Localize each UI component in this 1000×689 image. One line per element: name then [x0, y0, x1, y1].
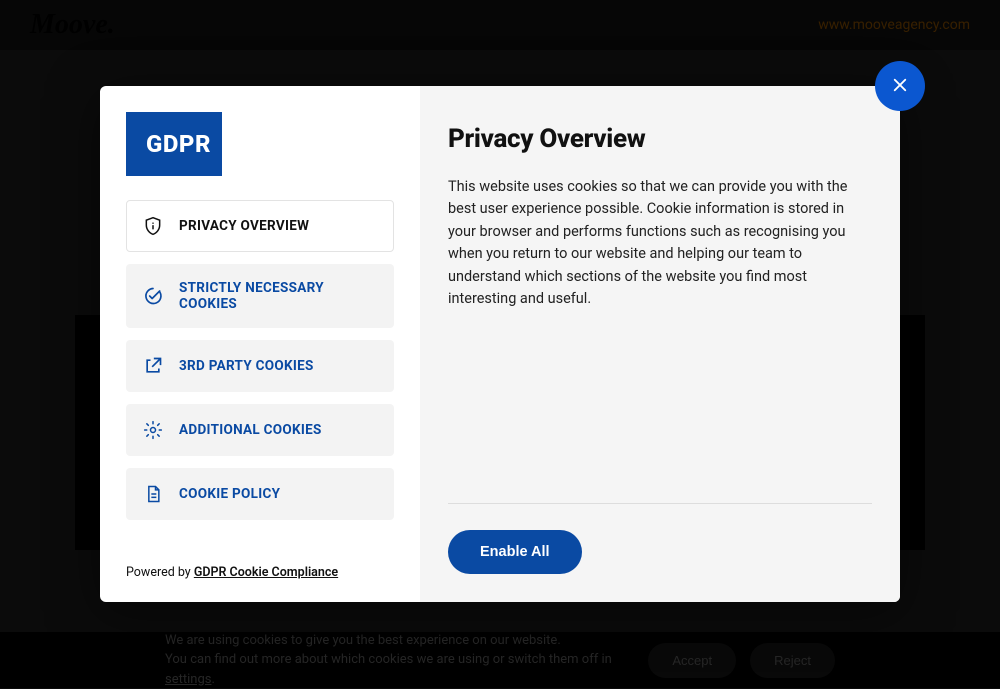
tab-third-party[interactable]: 3RD PARTY COOKIES [126, 340, 394, 392]
gear-icon [143, 420, 163, 440]
divider [448, 503, 872, 504]
gdpr-badge: GDPR [126, 112, 222, 176]
close-icon [891, 76, 909, 97]
modal-overlay: GDPR PRIVACY OVERVIEW STRICTLY NECESSARY… [0, 0, 1000, 688]
check-circle-icon [143, 286, 163, 306]
shield-info-icon [143, 216, 163, 236]
tab-label: COOKIE POLICY [179, 486, 280, 502]
gdpr-modal: GDPR PRIVACY OVERVIEW STRICTLY NECESSARY… [100, 86, 900, 602]
modal-content: Privacy Overview This website uses cooki… [420, 86, 900, 602]
modal-sidebar: GDPR PRIVACY OVERVIEW STRICTLY NECESSARY… [100, 86, 420, 602]
powered-prefix: Powered by [126, 565, 194, 580]
external-link-icon [143, 356, 163, 376]
tab-privacy-overview[interactable]: PRIVACY OVERVIEW [126, 200, 394, 252]
enable-all-button[interactable]: Enable All [448, 530, 582, 574]
tabs-list: PRIVACY OVERVIEW STRICTLY NECESSARY COOK… [126, 200, 394, 520]
tab-label: 3RD PARTY COOKIES [179, 358, 314, 374]
tab-label: ADDITIONAL COOKIES [179, 422, 322, 438]
content-title: Privacy Overview [448, 124, 872, 154]
tab-cookie-policy[interactable]: COOKIE POLICY [126, 468, 394, 520]
powered-link[interactable]: GDPR Cookie Compliance [194, 565, 338, 580]
tab-label: STRICTLY NECESSARY COOKIES [179, 280, 377, 312]
content-body: This website uses cookies so that we can… [448, 176, 872, 311]
tab-strictly-necessary[interactable]: STRICTLY NECESSARY COOKIES [126, 264, 394, 328]
powered-by: Powered by GDPR Cookie Compliance [126, 565, 394, 580]
tab-label: PRIVACY OVERVIEW [179, 218, 309, 234]
close-button[interactable] [875, 61, 925, 111]
document-icon [143, 484, 163, 504]
tab-additional[interactable]: ADDITIONAL COOKIES [126, 404, 394, 456]
